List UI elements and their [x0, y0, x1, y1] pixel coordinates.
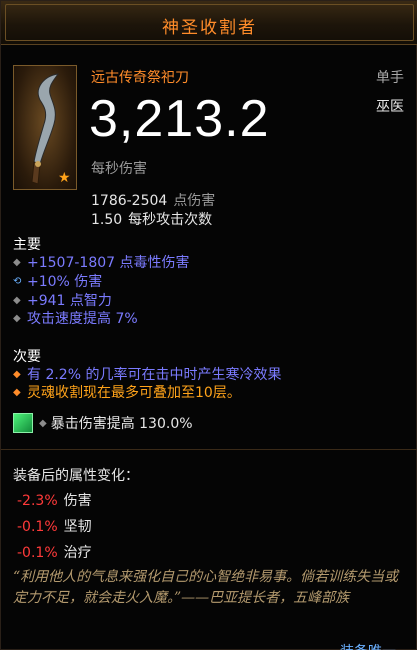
affix-text: 攻击速度提高 7%	[27, 311, 138, 327]
stat-change-row: -0.1% 治疗	[17, 542, 92, 562]
stat-change-value: -0.1%	[17, 545, 58, 561]
damage-range: 1786-2504 点伤害	[91, 190, 215, 210]
item-name: 神圣收割者	[162, 18, 257, 38]
item-tooltip: 神圣收割者 ★ 远古传奇祭祀刀 单手 巫医 3,213.2 每秒伤害 1786-…	[0, 0, 417, 650]
damage-range-value: 1786-2504	[91, 193, 168, 209]
diamond-bullet-icon: ◆	[13, 256, 21, 268]
affix-row: ⟲ +10% 伤害	[13, 271, 102, 291]
stat-change-label: 坚韧	[63, 519, 92, 535]
legendary-affix-row: ◆ 灵魂收割现在最多可叠加至10层。	[13, 382, 241, 402]
stat-change-label: 治疗	[63, 545, 92, 561]
affix-text: +10% 伤害	[27, 274, 103, 290]
class-requirement: 巫医	[376, 99, 404, 115]
emerald-gem-icon	[13, 413, 33, 433]
stat-change-row: -2.3% 伤害	[17, 490, 92, 510]
attack-speed-unit: 每秒攻击次数	[128, 212, 213, 228]
primary-heading: 主要	[13, 237, 41, 253]
stat-change-label: 伤害	[63, 493, 92, 509]
dps-label: 每秒伤害	[91, 161, 147, 177]
diamond-bullet-icon: ◆	[13, 386, 21, 398]
stat-change-value: -2.3%	[17, 493, 58, 509]
stat-change-row: -0.1% 坚韧	[17, 516, 92, 536]
equipped-unique-label: 装备唯一	[340, 641, 396, 650]
diamond-bullet-icon: ◆	[13, 368, 21, 380]
dps-value: 3,213.2	[89, 90, 270, 148]
item-slot: 单手	[376, 70, 404, 86]
attack-speed: 1.50 每秒攻击次数	[91, 209, 212, 229]
affix-text: +1507-1807 点毒性伤害	[27, 255, 190, 271]
socket-row: ◆ 暴击伤害提高 130.0%	[13, 413, 193, 433]
secondary-heading: 次要	[13, 349, 41, 365]
affix-row: ◆ 攻击速度提高 7%	[13, 308, 138, 328]
reroll-icon: ⟲	[13, 275, 22, 287]
flavor-text: “利用他人的气息来强化自己的心智绝非易事。倘若训练失当或定力不足，就会走火入魔。…	[13, 569, 399, 606]
attack-speed-value: 1.50	[91, 212, 123, 228]
title-bar: 神圣收割者	[1, 1, 417, 45]
item-type: 远古传奇祭祀刀	[91, 70, 189, 86]
affix-text: 有 2.2% 的几率可在击中时产生寒冷效果	[27, 367, 282, 383]
damage-range-unit: 点伤害	[173, 193, 216, 209]
affix-row: ◆ +941 点智力	[13, 290, 112, 310]
diamond-bullet-icon: ◆	[39, 417, 47, 429]
legendary-affix-text: 灵魂收割现在最多可叠加至10层。	[27, 385, 241, 401]
stat-changes-title: 装备后的属性变化：	[13, 468, 139, 484]
item-icon: ★	[13, 65, 77, 190]
affix-row: ◆ +1507-1807 点毒性伤害	[13, 252, 190, 272]
diamond-bullet-icon: ◆	[13, 312, 21, 324]
affix-row: ◆ 有 2.2% 的几率可在击中时产生寒冷效果	[13, 364, 281, 384]
diamond-bullet-icon: ◆	[13, 294, 21, 306]
divider	[1, 449, 417, 450]
stat-change-value: -0.1%	[17, 519, 58, 535]
ancient-star-icon: ★	[58, 170, 71, 186]
affix-text: +941 点智力	[27, 293, 112, 309]
socket-bonus: 暴击伤害提高 130.0%	[50, 416, 193, 432]
